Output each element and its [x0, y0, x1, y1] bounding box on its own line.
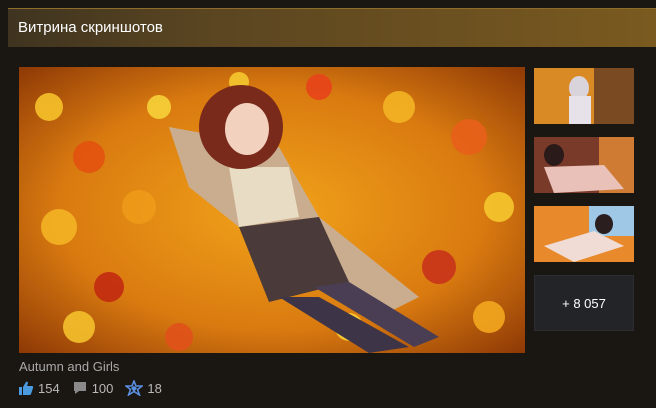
awards-stat[interactable]: 18 [125, 380, 162, 396]
screenshot-showcase-panel: Витрина скриншотов + 8 057 Autumn and Gi… [0, 0, 656, 408]
awards-count: 18 [147, 380, 162, 396]
likes-count: 154 [38, 380, 60, 396]
award-star-icon [125, 380, 144, 396]
showcase-title: Витрина скриншотов [18, 19, 163, 36]
featured-screenshot-title[interactable]: Autumn and Girls [19, 359, 119, 374]
more-screenshots-count: + 8 057 [562, 295, 606, 311]
thumbnail-3-image [534, 206, 634, 262]
comments-stat[interactable]: 100 [72, 380, 114, 396]
more-screenshots-button[interactable]: + 8 057 [534, 275, 634, 331]
screenshot-stats: 154 100 18 [18, 380, 174, 396]
thumbnail-2-image [534, 137, 634, 193]
featured-screenshot[interactable] [19, 67, 525, 353]
thumbnail-1-image [534, 68, 634, 124]
thumbnail-2[interactable] [534, 137, 634, 193]
likes-stat[interactable]: 154 [18, 380, 60, 396]
thumbnail-1[interactable] [534, 68, 634, 124]
speech-bubble-icon [73, 382, 86, 394]
thumbnail-3[interactable] [534, 206, 634, 262]
comments-count: 100 [91, 380, 114, 396]
featured-screenshot-image [19, 67, 525, 353]
thumbs-up-icon [19, 381, 34, 395]
showcase-header: Витрина скриншотов [8, 8, 656, 47]
